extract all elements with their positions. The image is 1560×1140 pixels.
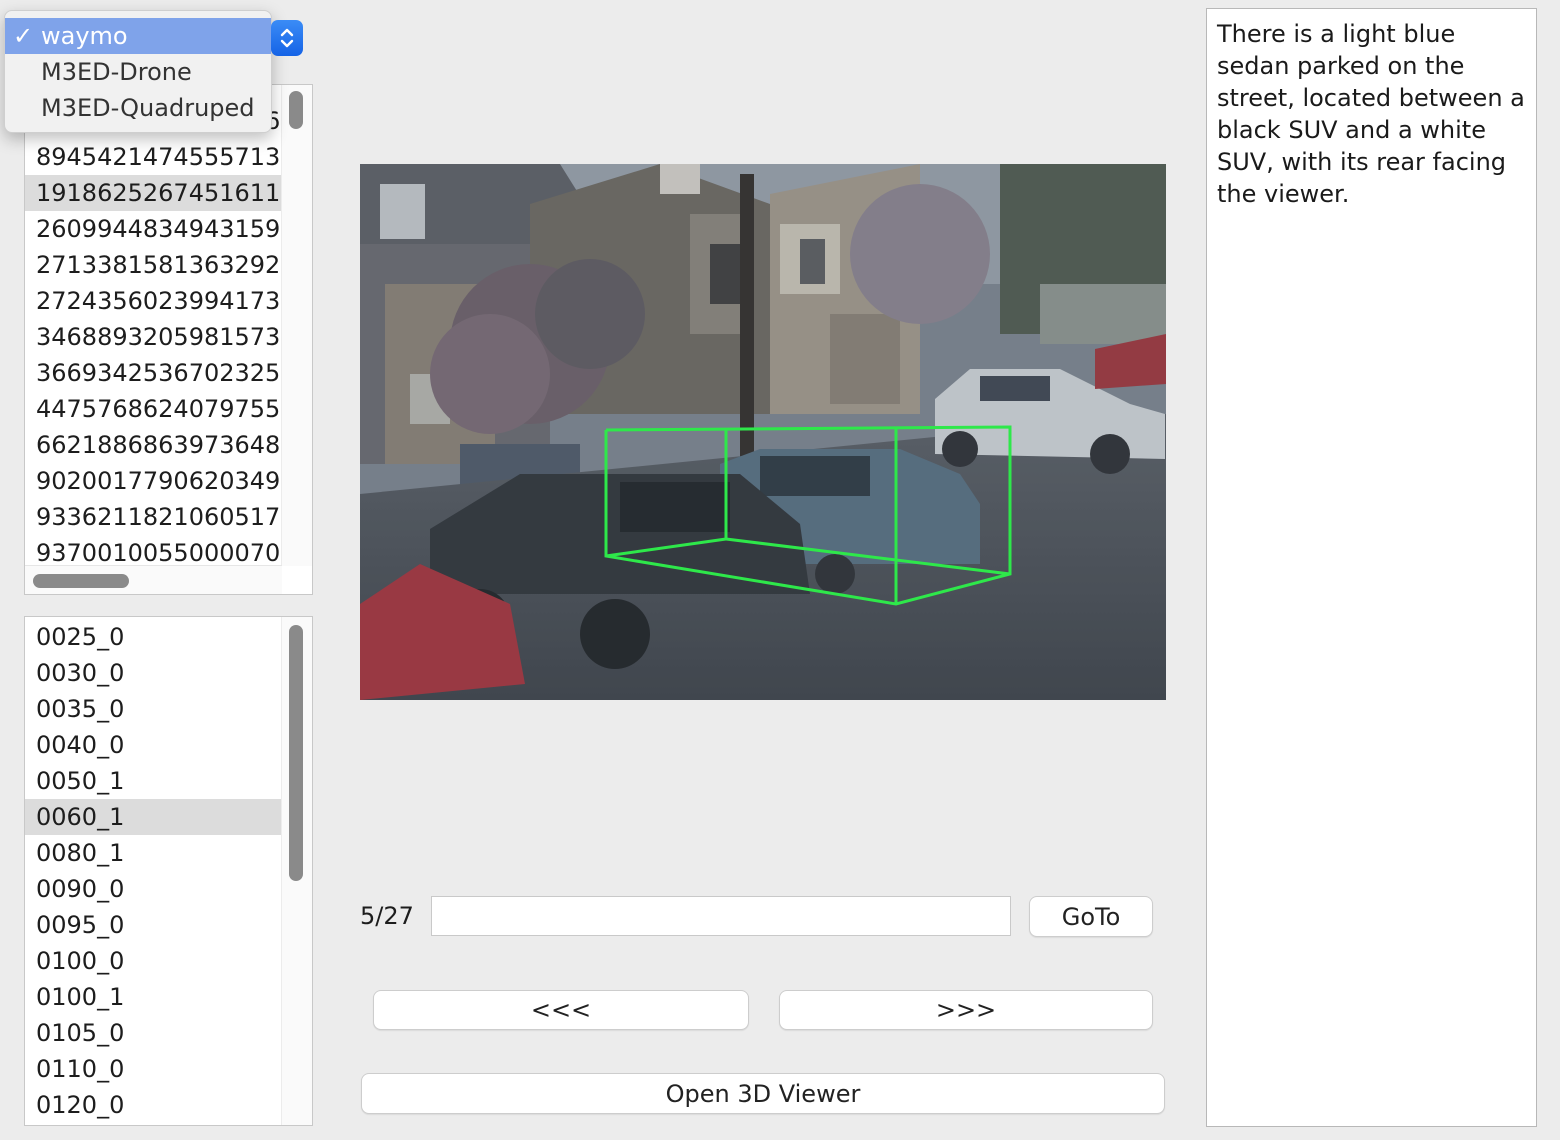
frame-list[interactable]: 0025_0 0030_0 0035_0 0040_0 0050_1 0060_1 0080… bbox=[24, 616, 313, 1126]
goto-button[interactable]: GoTo bbox=[1029, 896, 1153, 937]
frame-list-item[interactable]: 0095_0 bbox=[25, 907, 283, 943]
dataset-option-label: M3ED-Quadruped bbox=[41, 94, 255, 122]
sequence-list-items: 3077939657605416894542147455571319186252… bbox=[25, 103, 283, 571]
sequence-list-item[interactable]: 3669342536702325 bbox=[25, 355, 283, 391]
sequence-list-item[interactable]: 8945421474555713 bbox=[25, 139, 283, 175]
sequence-list-item[interactable]: 2713381581363292 bbox=[25, 247, 283, 283]
frame-list-item[interactable]: 0100_0 bbox=[25, 943, 283, 979]
description-text: There is a light blue sedan parked on th… bbox=[1217, 20, 1525, 208]
dataset-option[interactable]: ✓ waymo bbox=[5, 18, 271, 54]
dataset-selector-popup[interactable]: ✓ waymo M3ED-Drone M3ED-Quadruped bbox=[4, 10, 272, 133]
frame-list-item[interactable]: 0120_0 bbox=[25, 1087, 283, 1123]
frame-list-item[interactable]: 0035_0 bbox=[25, 691, 283, 727]
sequence-list-item[interactable]: 4475768624079755 bbox=[25, 391, 283, 427]
frame-list-item[interactable]: 0030_0 bbox=[25, 655, 283, 691]
sequence-list-item[interactable]: 9020017790620349 bbox=[25, 463, 283, 499]
frame-list-item[interactable]: 0060_1 bbox=[25, 799, 283, 835]
sequence-list-item[interactable]: 2609944834943159 bbox=[25, 211, 283, 247]
frame-list-item[interactable]: 0040_0 bbox=[25, 727, 283, 763]
next-button[interactable]: >>> bbox=[779, 990, 1153, 1030]
dataset-selector-stepper[interactable] bbox=[271, 20, 303, 56]
sequence-list-item[interactable]: 1918625267451611 bbox=[25, 175, 283, 211]
previous-button[interactable]: <<< bbox=[373, 990, 749, 1030]
dataset-option-label: waymo bbox=[41, 22, 128, 50]
frame-list-vertical-scroll-thumb[interactable] bbox=[289, 625, 303, 881]
frame-counter: 5/27 bbox=[360, 902, 414, 930]
sequence-list-item[interactable]: 3468893205981573 bbox=[25, 319, 283, 355]
camera-image-viewer bbox=[360, 164, 1166, 700]
dataset-option-list: ✓ waymo M3ED-Drone M3ED-Quadruped bbox=[5, 18, 271, 126]
sequence-list-vertical-scrollbar[interactable] bbox=[281, 85, 312, 566]
sequence-list-vertical-scroll-thumb[interactable] bbox=[289, 91, 303, 129]
3d-bounding-box-overlay bbox=[604, 425, 1012, 606]
frame-list-item[interactable]: 0050_1 bbox=[25, 763, 283, 799]
frame-list-item[interactable]: 0025_0 bbox=[25, 619, 283, 655]
frame-list-item[interactable]: 0110_0 bbox=[25, 1051, 283, 1087]
checkmark-icon: ✓ bbox=[13, 22, 34, 50]
goto-input[interactable] bbox=[431, 896, 1011, 936]
frame-list-vertical-scrollbar[interactable] bbox=[281, 617, 312, 1125]
frame-list-item[interactable]: 0090_0 bbox=[25, 871, 283, 907]
sequence-list-horizontal-scrollbar[interactable] bbox=[25, 565, 282, 594]
dataset-option-label: M3ED-Drone bbox=[41, 58, 192, 86]
dataset-option[interactable]: M3ED-Drone bbox=[5, 54, 271, 90]
open-3d-viewer-button[interactable]: Open 3D Viewer bbox=[361, 1073, 1165, 1114]
frame-list-items: 0025_0 0030_0 0035_0 0040_0 0050_1 0060_1 0080… bbox=[25, 619, 283, 1123]
frame-list-item[interactable]: 0080_1 bbox=[25, 835, 283, 871]
frame-list-item[interactable]: 0105_0 bbox=[25, 1015, 283, 1051]
sequence-list-item[interactable]: 6621886863973648 bbox=[25, 427, 283, 463]
sequence-list-item[interactable]: 9336211821060517 bbox=[25, 499, 283, 535]
sequence-list[interactable]: 0 30779396576054168945421474555713191862… bbox=[24, 84, 313, 595]
dataset-option[interactable]: M3ED-Quadruped bbox=[5, 90, 271, 126]
frame-list-item[interactable]: 0100_1 bbox=[25, 979, 283, 1015]
sequence-list-horizontal-scroll-thumb[interactable] bbox=[33, 574, 129, 588]
up-down-chevron-icon bbox=[280, 28, 294, 48]
description-panel[interactable]: There is a light blue sedan parked on th… bbox=[1206, 8, 1537, 1127]
sequence-list-item[interactable]: 2724356023994173 bbox=[25, 283, 283, 319]
